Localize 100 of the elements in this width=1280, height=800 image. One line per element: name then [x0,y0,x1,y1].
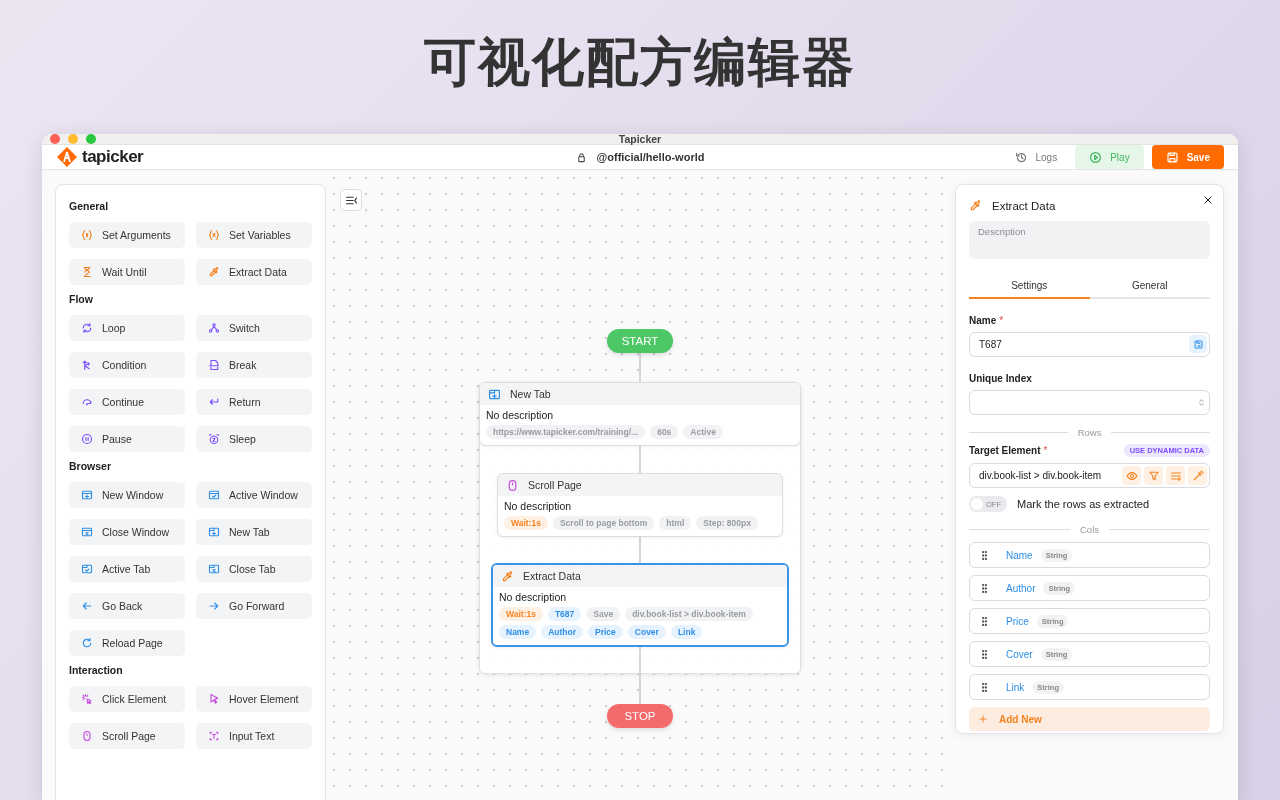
node-tag: Save [586,607,621,621]
pointer-icon [208,693,220,705]
step-button[interactable]: Click Element [69,686,185,712]
magic-wand-button[interactable] [1188,466,1207,485]
panel-tab[interactable]: Settings [969,273,1090,299]
step-button[interactable]: New Window [69,482,185,508]
flow-node[interactable]: New Tab No description https://www.tapicker.com/training/... 60s Active [479,382,801,446]
node-tag: Scroll to page bottom [552,516,655,530]
left-arrow-icon [81,600,93,612]
logs-button[interactable]: Logs [1004,145,1068,169]
node-tag: Price [588,625,623,639]
right-arrow-icon [208,600,220,612]
flow-node[interactable]: Extract Data No description Wait:1s T687 Save div.book-list > div.book-item Name Author Price Cover Link [491,563,789,647]
chevron-updown-icon [1197,398,1206,407]
plus-icon [978,714,988,724]
node-tag: Wait:1s [504,516,548,530]
target-element-field[interactable]: div.book-list > div.book-item [969,463,1210,488]
eye-button[interactable] [1122,466,1141,485]
drag-handle-icon [979,582,990,594]
step-button[interactable]: Reload Page [69,630,185,656]
column-name: Cover [1006,648,1033,660]
divider-label: Rows [1077,427,1102,438]
node-tag: 60s [650,425,679,439]
loop-icon [81,322,93,334]
lock-icon [575,151,587,163]
step-button[interactable]: Set Variables [196,222,312,248]
field-label: Target Element [969,445,1041,456]
drag-handle-icon [979,549,990,561]
section-title: General [69,200,110,212]
window-title: Tapicker [618,134,662,145]
node-tag: html [659,516,692,530]
collapse-panel-button[interactable] [340,189,362,211]
tab-plus-icon [208,526,220,538]
step-button[interactable]: Switch [196,315,312,341]
save-icon [1192,338,1204,350]
magic-wand-icon [1191,469,1204,482]
name-field[interactable]: T687 [969,332,1210,357]
variable-icon [208,229,220,241]
click-icon [81,693,93,705]
section-title: Flow [69,293,94,305]
save-name-button[interactable] [1189,335,1207,353]
filter-icon [1147,469,1160,482]
step-button[interactable]: Active Window [196,482,312,508]
description-field[interactable]: Description [969,221,1210,259]
alarm-icon [208,433,220,445]
step-button[interactable]: Condition [69,352,185,378]
step-button[interactable]: Sleep [196,426,312,452]
window-check-icon [208,489,220,501]
step-button[interactable]: Input Text [196,723,312,749]
step-button[interactable]: Hover Element [196,686,312,712]
eye-icon [1125,469,1138,482]
step-button[interactable]: Close Window [69,519,185,545]
drag-handle-icon [979,681,990,693]
step-button[interactable]: Close Tab [196,556,312,582]
step-button[interactable]: Wait Until [69,259,185,285]
panel-tab[interactable]: General [1089,273,1210,299]
braces-icon [81,229,93,241]
save-icon [1165,150,1179,164]
filter-button[interactable] [1144,466,1163,485]
required-mark: * [999,315,1004,326]
panel-title: Extract Data [992,199,1056,212]
mouse-icon [81,730,93,742]
document-break-icon [208,359,220,371]
list-button[interactable] [1166,466,1185,485]
step-button[interactable]: Pause [69,426,185,452]
section-title: Browser [69,460,112,472]
step-button[interactable]: Scroll Page [69,723,185,749]
step-button[interactable]: Return [196,389,312,415]
minimize-window-button[interactable] [68,134,78,144]
step-button[interactable]: Active Tab [69,556,185,582]
step-button[interactable]: New Tab [196,519,312,545]
node-title: New Tab [510,388,551,400]
logo-icon [56,146,78,168]
toggle-label: Mark the rows as extracted [1017,498,1150,510]
step-button[interactable]: Go Back [69,593,185,619]
field-label: Unique Index [969,373,1032,384]
step-button[interactable]: Go Forward [196,593,312,619]
flow-node[interactable]: Scroll Page No description Wait:1s Scroll to page bottom html Step: 800px [497,473,783,537]
reload-icon [81,637,93,649]
step-button[interactable]: Continue [69,389,185,415]
step-button[interactable]: Break [196,352,312,378]
close-button[interactable] [1201,193,1215,207]
field-label: Name [969,315,997,326]
close-window-button[interactable] [50,134,60,144]
pause-icon [81,433,93,445]
branch-icon [208,322,220,334]
step-button[interactable]: Loop [69,315,185,341]
tab-check-icon [81,563,93,575]
column-name: Author [1006,582,1036,594]
step-button[interactable]: Extract Data [196,259,312,285]
close-icon [1203,195,1213,205]
mouse-icon [506,478,519,492]
column-name: Name [1006,549,1033,561]
node-description: No description [486,409,555,421]
curved-arrow-icon [81,396,93,408]
dropper-icon [208,266,220,278]
zoom-window-button[interactable] [86,134,96,144]
unique-index-select[interactable] [969,390,1210,415]
step-button[interactable]: Set Arguments [69,222,185,248]
node-description: No description [504,500,573,512]
